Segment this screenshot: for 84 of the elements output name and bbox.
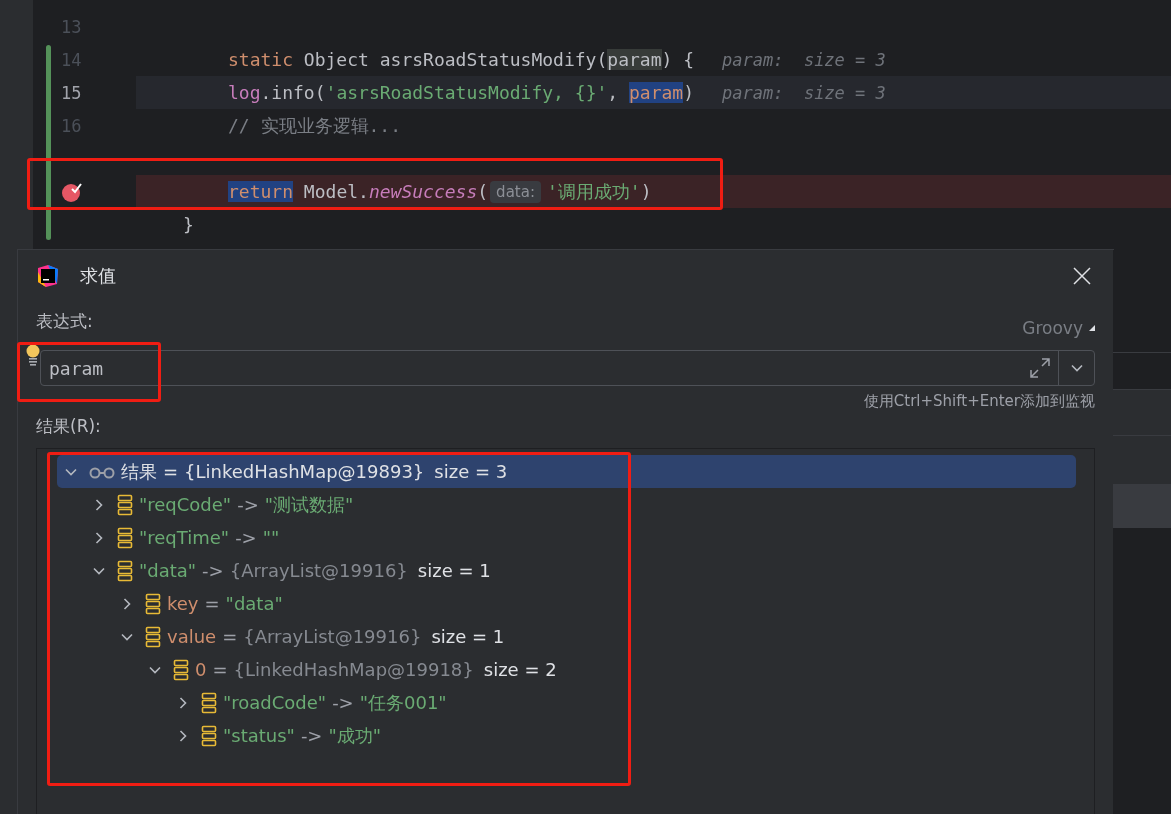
- size-text: size = 2: [483, 659, 557, 680]
- variable-name: "data": [139, 560, 197, 581]
- app-logo-icon: [36, 264, 60, 288]
- variable-value: "data": [225, 593, 283, 614]
- variable-value: "任务001": [359, 690, 447, 715]
- variable-name: value: [167, 626, 217, 647]
- entry-stack-icon: [201, 691, 217, 714]
- variable-value: {LinkedHashMap@19918}: [233, 659, 474, 680]
- expression-field[interactable]: param: [40, 350, 1095, 386]
- expression-input[interactable]: param: [49, 357, 1022, 379]
- tree-row[interactable]: "roadCode" -> "任务001": [57, 686, 1076, 719]
- parameter-hint: data:: [490, 180, 541, 203]
- code-token: (: [596, 49, 608, 70]
- tree-row[interactable]: value = {ArrayList@19916} size = 1: [57, 620, 1076, 653]
- code-token: .info(: [260, 82, 326, 103]
- dialog-title: 求值: [80, 264, 117, 288]
- variable-name: "roadCode": [223, 692, 327, 713]
- operator-text: ->: [235, 527, 257, 548]
- code-token: ) {: [661, 49, 694, 70]
- inlay-hint: param: size = 3: [722, 82, 886, 103]
- variable-name: "reqTime": [139, 527, 230, 548]
- expression-label: 表达式:: [36, 310, 93, 333]
- tree-row[interactable]: "reqCode" -> "测试数据": [57, 488, 1076, 521]
- code-token: }: [183, 214, 194, 235]
- result-label: 结果(R):: [36, 415, 101, 438]
- tree-row[interactable]: 结果 = {LinkedHashMap@19893} size = 3: [57, 455, 1076, 488]
- entry-stack-icon: [117, 559, 133, 582]
- tree-row[interactable]: 0 = {LinkedHashMap@19918} size = 2: [57, 653, 1076, 686]
- operator-text: ->: [237, 494, 259, 515]
- entry-stack-icon: [145, 592, 161, 615]
- variable-value: {ArrayList@19916}: [229, 560, 408, 581]
- variable-name: key: [167, 593, 199, 614]
- operator-text: =: [212, 659, 228, 680]
- variable-value: {ArrayList@19916}: [243, 626, 422, 647]
- code-token: log: [228, 82, 261, 103]
- close-icon: [1073, 267, 1091, 285]
- code-token: '调用成功': [546, 179, 641, 204]
- line-number: 15: [61, 82, 82, 103]
- tree-row[interactable]: key = "data": [57, 587, 1076, 620]
- variable-name: "reqCode": [139, 494, 232, 515]
- variable-value: {LinkedHashMap@19893}: [184, 461, 425, 482]
- code-token: asrsRoadStatusModify: [379, 49, 597, 70]
- code-token: Model.: [302, 181, 369, 202]
- size-text: size = 1: [431, 626, 505, 647]
- shortcut-hint: 使用Ctrl+Shift+Enter添加到监视: [863, 392, 1095, 411]
- code-token: ,: [607, 82, 620, 103]
- variable-name: "status": [223, 725, 295, 746]
- lightbulb-icon[interactable]: [26, 344, 40, 366]
- operator-text: ->: [300, 725, 323, 746]
- variable-name: 0: [195, 659, 207, 680]
- entry-stack-icon: [145, 625, 161, 648]
- size-text: size = 1: [417, 560, 491, 581]
- entry-stack-icon: [201, 724, 217, 747]
- operator-text: =: [163, 461, 179, 482]
- code-token: static: [228, 49, 295, 70]
- expand-icon: [1029, 357, 1051, 379]
- entry-stack-icon: [117, 493, 133, 516]
- tree-row[interactable]: "reqTime" -> "": [57, 521, 1076, 554]
- variable-name: 结果: [121, 459, 157, 484]
- variable-value: "": [262, 527, 280, 548]
- variable-value: "测试数据": [264, 492, 354, 517]
- code-token: param: [607, 49, 662, 70]
- operator-text: ->: [332, 692, 354, 713]
- code-token: (: [477, 181, 489, 202]
- code-token: newSuccess: [368, 181, 478, 202]
- operator-text: =: [222, 626, 238, 647]
- entry-stack-icon: [173, 658, 189, 681]
- code-token: param: [629, 82, 684, 103]
- tree-row[interactable]: "status" -> "成功": [57, 719, 1076, 752]
- variable-value: "成功": [328, 723, 381, 748]
- inlay-hint: param: size = 3: [722, 49, 886, 70]
- code-token: return: [228, 181, 294, 202]
- corner-triangle-icon: [1089, 325, 1095, 331]
- tree-row[interactable]: "data" -> {ArrayList@19916} size = 1: [57, 554, 1076, 587]
- code-token: 'asrsRoadStatusModify, {}': [325, 82, 608, 103]
- code-token: ): [640, 181, 652, 202]
- code-token: Object: [303, 49, 370, 70]
- code-token: ): [683, 82, 695, 103]
- code-token: // 实现业务逻辑...: [228, 113, 402, 138]
- operator-text: ->: [202, 560, 224, 581]
- size-text: size = 3: [434, 461, 508, 482]
- operator-text: =: [204, 593, 220, 614]
- background-panel: [1113, 485, 1171, 528]
- entry-stack-icon: [117, 526, 133, 549]
